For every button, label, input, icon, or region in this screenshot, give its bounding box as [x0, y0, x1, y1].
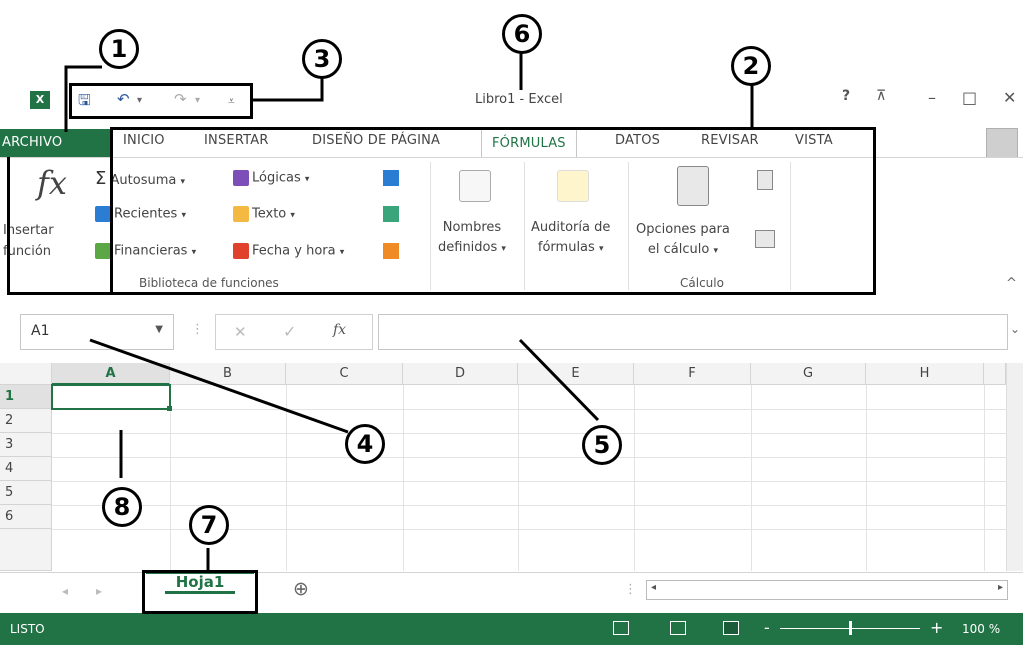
annotation-7: 7 [189, 505, 229, 545]
annotation-3: 3 [302, 39, 342, 79]
annotation-1: 1 [99, 29, 139, 69]
connector-4 [89, 338, 349, 434]
annotation-frame-ribbon [110, 127, 876, 295]
annotation-frame-ribbon-left [7, 157, 115, 295]
annotation-2: 2 [731, 46, 771, 86]
annotation-4: 4 [345, 424, 385, 464]
connector-5 [518, 338, 600, 422]
annotation-frame-qat [69, 83, 253, 119]
connector-3 [252, 78, 324, 102]
annotation-5: 5 [582, 425, 622, 465]
annotation-frame-sheet-tab [142, 570, 258, 614]
annotation-8: 8 [102, 487, 142, 527]
annotation-6: 6 [502, 14, 542, 54]
